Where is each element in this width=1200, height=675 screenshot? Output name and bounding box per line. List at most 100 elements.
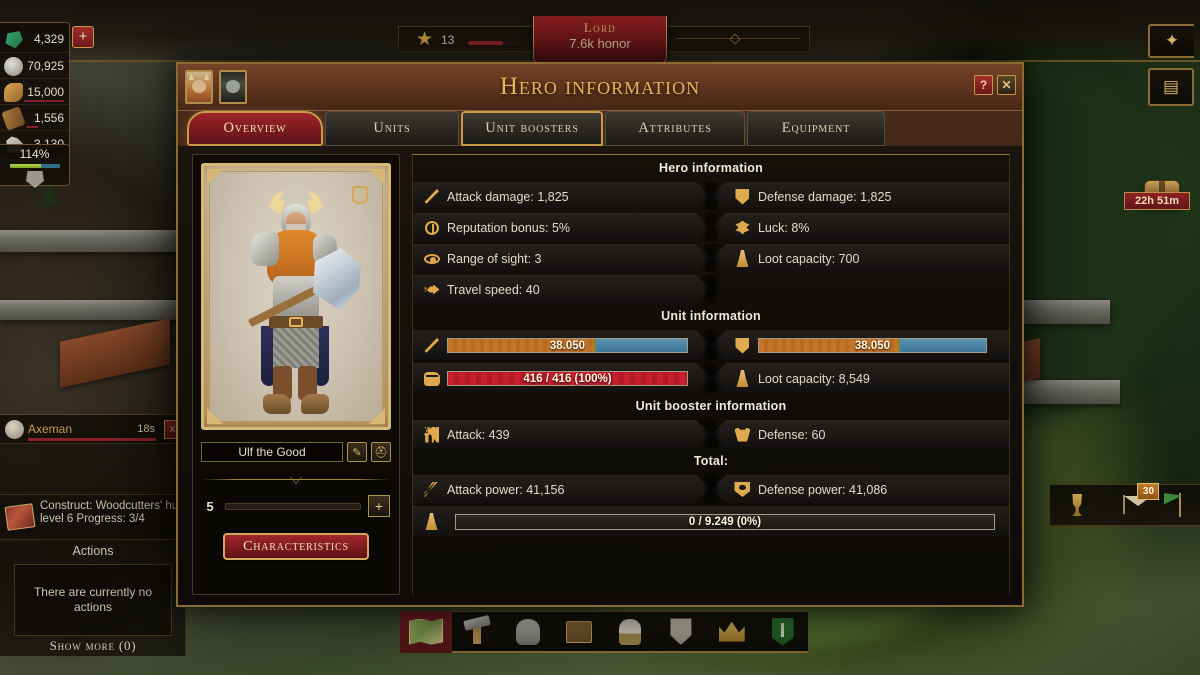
unit-attack-bar: 38.050 <box>447 338 688 353</box>
fist-icon <box>423 370 440 387</box>
hero-name-field[interactable]: Ulf the Good <box>201 442 343 462</box>
xp-fill <box>468 41 504 45</box>
crown-icon <box>718 621 745 642</box>
close-button[interactable]: ✕ <box>997 75 1016 95</box>
quests-button[interactable]: ▤ <box>1148 68 1194 106</box>
sword-icon <box>423 337 440 354</box>
section-total: Total: <box>693 454 729 468</box>
mail-wrapper[interactable]: 30 <box>1123 483 1160 514</box>
tab-unit-boosters[interactable]: Unit boosters <box>461 111 603 146</box>
resource-value: 70,925 <box>27 58 64 73</box>
equipment-button[interactable]: ⛑ <box>371 442 391 462</box>
hero-stats-row: Range of sight: 3 Loot capacity: 700 <box>413 244 1009 272</box>
bread-icon <box>4 83 23 102</box>
unit-name: Axeman <box>28 422 73 436</box>
actions-empty-text: There are currently no actions <box>33 585 153 614</box>
characteristics-button[interactable]: Characteristics <box>223 533 369 560</box>
alliance-flag[interactable] <box>1163 493 1182 517</box>
toolbar-units-button[interactable] <box>503 611 554 653</box>
booster-defense: Defense: 60 <box>711 420 1009 448</box>
stat-label: Attack power: 41,156 <box>447 482 565 497</box>
unit-health-row: 416 / 416 (100%) Loot capacity: 8,549 <box>413 363 1009 393</box>
tab-bar: Overview Units Unit boosters Attributes … <box>187 111 887 146</box>
unit-health-bar-cell: 416 / 416 (100%) <box>413 363 710 393</box>
stat-label: Attack damage: 1,825 <box>447 189 569 204</box>
honor-banner[interactable]: Lord 7.6k honor <box>533 16 667 64</box>
resource-row-coins[interactable]: 70,925 <box>0 52 69 78</box>
construction-row[interactable]: Construct: Woodcutters' hut level 6 Prog… <box>0 494 186 540</box>
stat-range-of-sight: Range of sight: 3 <box>413 244 710 272</box>
resource-row-gem[interactable]: 4,329 <box>0 26 69 52</box>
level-progress-track <box>225 502 361 510</box>
bag-icon <box>423 513 440 530</box>
construction-text: Construct: Woodcutters' hut level 6 Prog… <box>40 500 182 525</box>
resource-trend-bar <box>26 126 38 128</box>
envelope-icon <box>1123 495 1126 514</box>
clover-icon <box>734 219 751 236</box>
stat-label: Travel speed: 40 <box>447 282 540 297</box>
toolbar-hero-button[interactable] <box>605 611 656 653</box>
helmet-icon <box>516 618 541 645</box>
swords-icon <box>423 481 440 498</box>
boot-right <box>301 394 329 414</box>
scroll-icon: ▤ <box>1162 77 1180 96</box>
unit-defense-bar-cell: 38.050 <box>711 330 1009 360</box>
page-title: Hero information <box>499 73 701 100</box>
shield-icon <box>669 618 692 645</box>
resource-row-wood[interactable]: 1,556 <box>0 104 69 131</box>
add-resource-button[interactable]: + <box>72 26 94 48</box>
mask-icon <box>26 171 44 188</box>
toolbar-build-button[interactable] <box>452 611 503 653</box>
tab-overview[interactable]: Overview <box>187 111 323 146</box>
unit-timer: 18s <box>137 423 155 435</box>
total-loot-row: 0 / 9.249 (0%) <box>413 506 1009 536</box>
chainmail-skirt <box>273 328 319 368</box>
mail-badge: 30 <box>1137 483 1160 500</box>
stat-label: Reputation bonus: 5% <box>447 220 571 235</box>
resource-trend-bar <box>24 100 64 102</box>
mood-panel[interactable]: 114% <box>0 144 70 188</box>
player-level: 13 <box>441 33 455 47</box>
stat-luck: Luck: 8% <box>711 213 1009 241</box>
resource-panel: 4,329 70,925 15,000 1,556 3,130 <box>0 22 70 160</box>
help-button[interactable]: ? <box>974 75 993 95</box>
hero-name-row: Ulf the Good ✎ ⛑ <box>201 442 391 462</box>
unit-progress-bar <box>28 438 156 441</box>
honor-value: 7.6k honor <box>569 36 631 51</box>
show-more-button[interactable]: Show more (0) <box>0 638 186 654</box>
toolbar-alliance-button[interactable] <box>757 611 808 653</box>
unit-queue-row[interactable]: Axeman 18s x <box>0 414 185 444</box>
chest-timer: 22h 51m <box>1124 192 1190 210</box>
section-hero-information: Hero information <box>659 161 763 175</box>
honor-rank: Lord <box>583 20 617 35</box>
hammer-icon <box>473 619 482 644</box>
stat-label: Loot capacity: 700 <box>757 251 860 266</box>
hero-card-column: Ulf the Good ✎ ⛑ 5 + Characteristics <box>192 154 400 595</box>
tab-equipment[interactable]: Equipment <box>747 111 885 146</box>
toolbar-forge-button[interactable] <box>554 611 605 653</box>
left-bottom-panel: Axeman 18s x Construct: Woodcutters' hut… <box>0 414 186 656</box>
actions-box: There are currently no actions <box>14 564 172 636</box>
mood-fill <box>9 164 41 168</box>
toolbar-map-button[interactable] <box>400 610 452 653</box>
unit-loot-capacity-cell: Loot capacity: 8,549 <box>711 363 1009 393</box>
stat-reputation-bonus: Reputation bonus: 5% <box>413 213 710 241</box>
toolbar-rank-button[interactable] <box>706 611 757 653</box>
hero-illustration <box>233 190 361 422</box>
settings-button[interactable]: ✦ <box>1148 24 1194 58</box>
resource-value: 15,000 <box>27 84 64 99</box>
eye-icon <box>423 250 440 267</box>
level-up-button[interactable]: + <box>368 495 390 517</box>
shield-icon <box>734 188 751 205</box>
gear-icon: ✦ <box>1164 31 1180 50</box>
trophy-icon[interactable] <box>1072 494 1082 516</box>
hero-information-dialog: Hero information ? ✕ Overview Units Unit… <box>176 62 1024 607</box>
tab-units[interactable]: Units <box>325 111 459 146</box>
rename-button[interactable]: ✎ <box>347 442 367 462</box>
hero-stats-row: Travel speed: 40 <box>413 275 1009 303</box>
tab-attributes[interactable]: Attributes <box>605 111 745 146</box>
toolbar-defense-button[interactable] <box>655 611 706 653</box>
resource-row-bread[interactable]: 15,000 <box>0 78 69 104</box>
total-attack-power: Attack power: 41,156 <box>413 475 710 503</box>
stat-attack-damage: Attack damage: 1,825 <box>413 182 710 210</box>
